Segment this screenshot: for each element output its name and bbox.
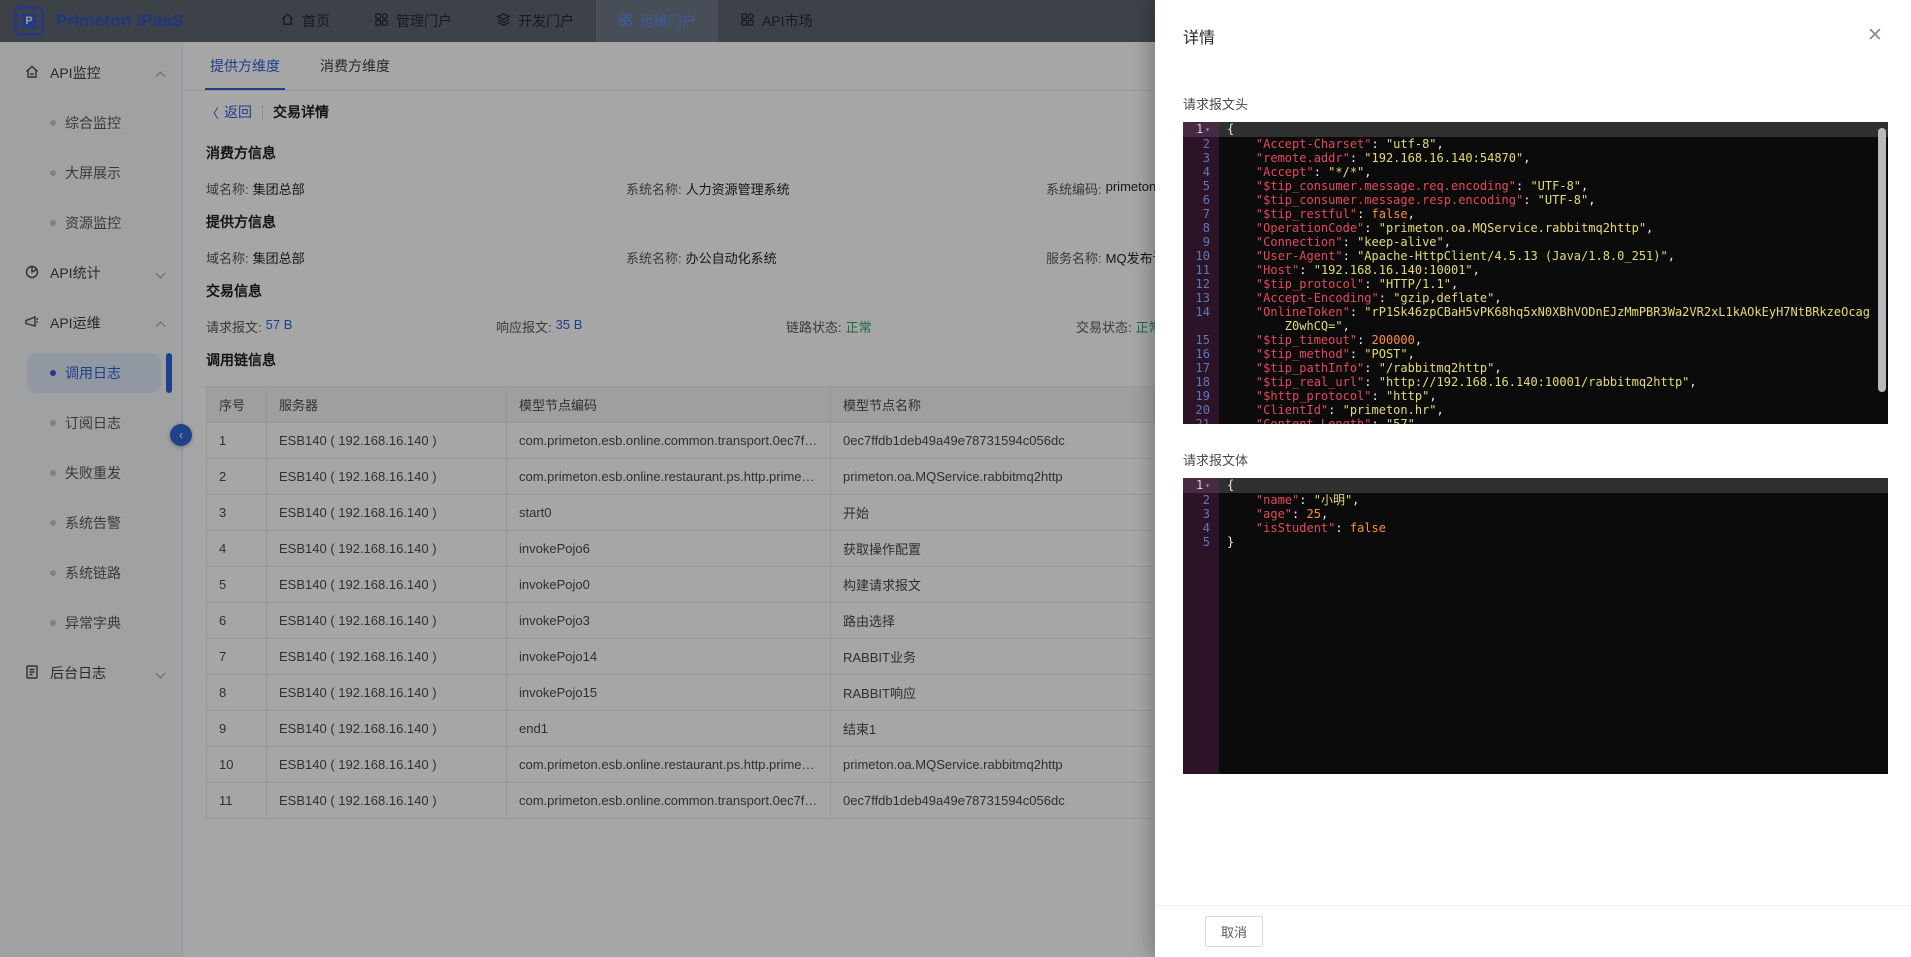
code-text: "$tip_consumer.message.req.encoding": "U… <box>1277 179 1888 193</box>
editor-scrollbar[interactable] <box>1878 128 1886 392</box>
line-number: 12 <box>1183 277 1219 291</box>
code-text: "$tip_protocol": "HTTP/1.1", <box>1277 277 1888 291</box>
code-text: "Accept": "*/*", <box>1277 165 1888 179</box>
code-line: 5 "$tip_consumer.message.req.encoding": … <box>1183 179 1888 193</box>
line-number: 4 <box>1183 521 1219 535</box>
line-number: 2 <box>1183 493 1219 507</box>
line-number: 1▾ <box>1183 122 1219 137</box>
line-number: 11 <box>1183 263 1219 277</box>
code-text: "$tip_restful": false, <box>1277 207 1888 221</box>
drawer-footer: 取消 <box>1155 905 1911 957</box>
drawer-body: 请求报文头 1▾{2 "Accept-Charset": "utf-8",3 "… <box>1155 48 1911 905</box>
code-text: "Host": "192.168.16.140:10001", <box>1277 263 1888 277</box>
code-text: "$tip_real_url": "http://192.168.16.140:… <box>1277 375 1888 389</box>
code-line: 20 "ClientId": "primeton.hr", <box>1183 403 1888 417</box>
code-text: "$tip_consumer.message.resp.encoding": "… <box>1277 193 1888 207</box>
code-text: "Connection": "keep-alive", <box>1277 235 1888 249</box>
request-body-label: 请求报文体 <box>1183 450 1887 469</box>
code-line: 17 "$tip_pathInfo": "/rabbitmq2http", <box>1183 361 1888 375</box>
code-text: "OnlineToken": "rP1Sk46zpCBaH5vPK68hq5xN… <box>1277 305 1888 333</box>
code-line: 6 "$tip_consumer.message.resp.encoding":… <box>1183 193 1888 207</box>
line-number: 14 <box>1183 305 1219 333</box>
fold-caret-icon[interactable]: ▾ <box>1205 481 1210 490</box>
code-text: "$tip_pathInfo": "/rabbitmq2http", <box>1277 361 1888 375</box>
code-line: 11 "Host": "192.168.16.140:10001", <box>1183 263 1888 277</box>
code-line: 4 "Accept": "*/*", <box>1183 165 1888 179</box>
line-number: 20 <box>1183 403 1219 417</box>
code-line: 21 "Content-Length": "57" <box>1183 417 1888 424</box>
code-text: { <box>1277 122 1888 137</box>
code-text: "remote.addr": "192.168.16.140:54870", <box>1277 151 1888 165</box>
line-number: 18 <box>1183 375 1219 389</box>
code-line: 16 "$tip_method": "POST", <box>1183 347 1888 361</box>
drawer-mask[interactable] <box>0 0 1155 957</box>
line-number: 1▾ <box>1183 478 1219 493</box>
code-line: 18 "$tip_real_url": "http://192.168.16.1… <box>1183 375 1888 389</box>
request-header-editor[interactable]: 1▾{2 "Accept-Charset": "utf-8",3 "remote… <box>1183 122 1888 424</box>
code-line: 3 "remote.addr": "192.168.16.140:54870", <box>1183 151 1888 165</box>
code-text: { <box>1277 478 1888 493</box>
close-icon[interactable]: ✕ <box>1865 26 1885 46</box>
code-line: 9 "Connection": "keep-alive", <box>1183 235 1888 249</box>
code-line: 8 "OperationCode": "primeton.oa.MQServic… <box>1183 221 1888 235</box>
line-number: 7 <box>1183 207 1219 221</box>
code-text: "ClientId": "primeton.hr", <box>1277 403 1888 417</box>
drawer-header: 详情 ✕ <box>1155 0 1911 48</box>
code-line: 12 "$tip_protocol": "HTTP/1.1", <box>1183 277 1888 291</box>
code-line: 14 "OnlineToken": "rP1Sk46zpCBaH5vPK68hq… <box>1183 305 1888 333</box>
code-line: 1▾ { <box>1183 478 1888 493</box>
line-number: 19 <box>1183 389 1219 403</box>
code-text: "$tip_timeout": 200000, <box>1277 333 1888 347</box>
code-text: "User-Agent": "Apache-HttpClient/4.5.13 … <box>1277 249 1888 263</box>
code-text: "name": "小明", <box>1277 493 1888 507</box>
line-number: 13 <box>1183 291 1219 305</box>
code-text: "Accept-Encoding": "gzip,deflate", <box>1277 291 1888 305</box>
line-number: 5 <box>1183 179 1219 193</box>
code-text: "OperationCode": "primeton.oa.MQService.… <box>1277 221 1888 235</box>
request-body-editor[interactable]: 1▾{2 "name": "小明",3 "age": 25,4 "isStude… <box>1183 478 1888 774</box>
code-line: 4 "isStudent": false <box>1183 521 1888 535</box>
drawer-title: 详情 <box>1183 30 1215 47</box>
code-line: 7 "$tip_restful": false, <box>1183 207 1888 221</box>
line-number: 16 <box>1183 347 1219 361</box>
line-number: 9 <box>1183 235 1219 249</box>
code-line: 2 "name": "小明", <box>1183 493 1888 507</box>
cancel-button[interactable]: 取消 <box>1205 916 1263 947</box>
line-number: 2 <box>1183 137 1219 151</box>
code-text: "age": 25, <box>1277 507 1888 521</box>
code-text: "$http_protocol": "http", <box>1277 389 1888 403</box>
request-header-label: 请求报文头 <box>1183 94 1887 113</box>
code-text: } <box>1277 535 1888 549</box>
line-number: 3 <box>1183 507 1219 521</box>
code-text: "isStudent": false <box>1277 521 1888 535</box>
line-number: 6 <box>1183 193 1219 207</box>
code-line: 13 "Accept-Encoding": "gzip,deflate", <box>1183 291 1888 305</box>
code-line: 5} <box>1183 535 1888 549</box>
line-number: 17 <box>1183 361 1219 375</box>
code-text: "Accept-Charset": "utf-8", <box>1277 137 1888 151</box>
fold-caret-icon[interactable]: ▾ <box>1205 125 1210 134</box>
code-text: "Content-Length": "57" <box>1277 417 1888 424</box>
line-number: 21 <box>1183 417 1219 424</box>
code-line: 1▾ { <box>1183 122 1888 137</box>
details-drawer: 详情 ✕ 请求报文头 1▾ {2 "Accept-Charset": "utf-8… <box>1155 0 1911 957</box>
code-line: 3 "age": 25, <box>1183 507 1888 521</box>
app-root: P Primeton iPaaS 首页管理门户开发门户运维门户API市场 API… <box>0 0 1911 957</box>
line-number: 3 <box>1183 151 1219 165</box>
code-text: "$tip_method": "POST", <box>1277 347 1888 361</box>
line-number: 15 <box>1183 333 1219 347</box>
code-line: 19 "$http_protocol": "http", <box>1183 389 1888 403</box>
line-number: 8 <box>1183 221 1219 235</box>
line-number: 10 <box>1183 249 1219 263</box>
line-number: 4 <box>1183 165 1219 179</box>
code-line: 2 "Accept-Charset": "utf-8", <box>1183 137 1888 151</box>
code-line: 10 "User-Agent": "Apache-HttpClient/4.5.… <box>1183 249 1888 263</box>
code-line: 15 "$tip_timeout": 200000, <box>1183 333 1888 347</box>
line-number: 5 <box>1183 535 1219 549</box>
